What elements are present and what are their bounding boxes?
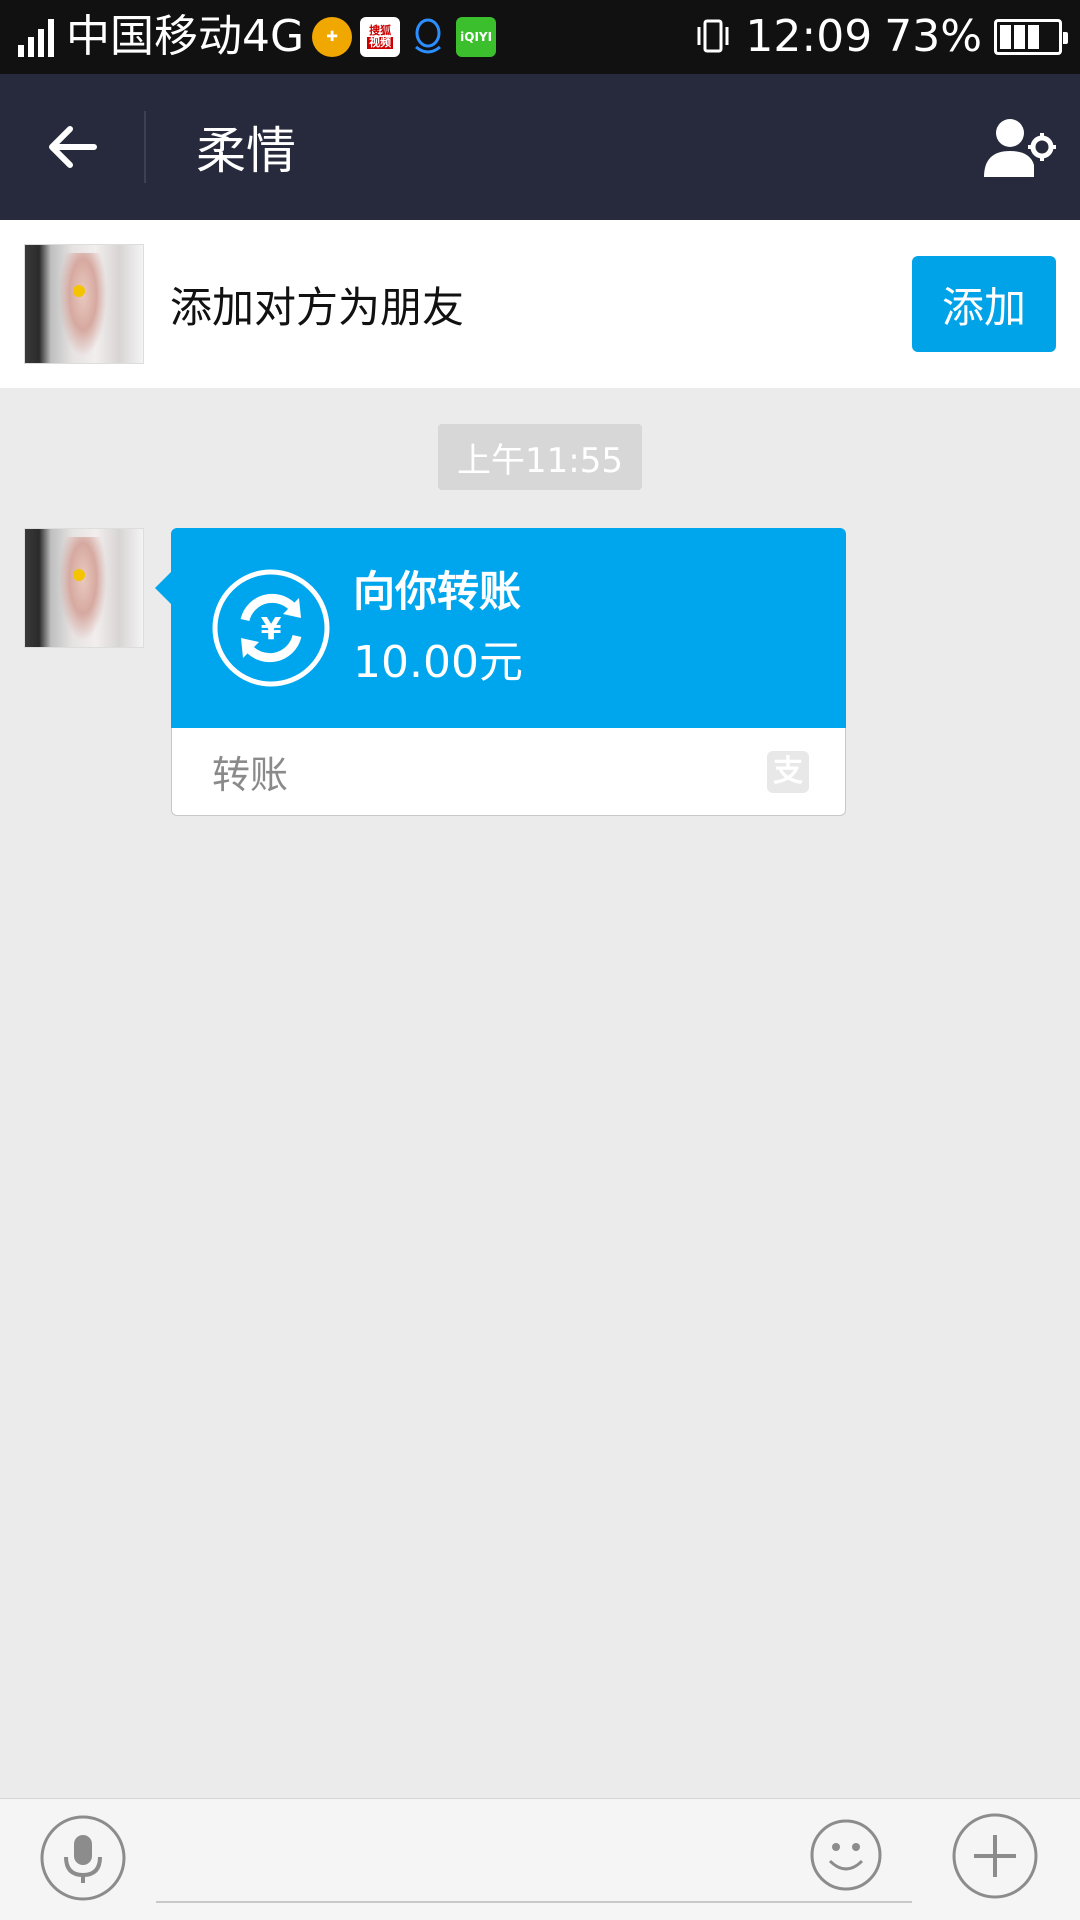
transfer-texts: 向你转账 10.00元	[353, 571, 523, 685]
message-input[interactable]	[156, 1819, 912, 1903]
message-timestamp: 上午11:55	[438, 424, 642, 490]
chat-title: 柔情	[196, 122, 296, 180]
clock: 12:09	[745, 11, 873, 62]
alipay-icon: 支	[767, 750, 809, 793]
transfer-message-card[interactable]: ¥ 向你转账 10.00元 转账 支	[155, 528, 846, 816]
nav-divider	[144, 111, 146, 183]
alipay-glyph: 支	[773, 753, 803, 789]
status-left: 中国移动4G ✚ 搜狐 视频 iQIYI	[18, 11, 497, 62]
transfer-card-footer: 转账 支	[171, 728, 846, 816]
back-arrow-icon	[49, 126, 97, 168]
input-bar	[0, 1798, 1080, 1920]
profile-settings-button[interactable]	[960, 74, 1080, 220]
add-friend-bar: 添加对方为朋友 添加	[0, 220, 1080, 388]
battery-icon	[994, 19, 1068, 55]
status-right: 12:09 73%	[693, 11, 1068, 62]
vibrate-icon	[697, 19, 729, 53]
carrier-label: 中国移动4G	[66, 11, 305, 62]
sender-avatar[interactable]	[24, 528, 144, 648]
qq-icon	[408, 17, 448, 57]
add-friend-button[interactable]: 添加	[912, 256, 1056, 352]
emoji-icon[interactable]	[810, 1819, 882, 1891]
iqiyi-icon: iQIYI	[456, 17, 497, 57]
navbar: 柔情	[0, 74, 1080, 220]
sohu-label-bottom: 视频	[367, 36, 394, 50]
contact-avatar[interactable]	[24, 244, 144, 364]
transfer-title: 向你转账	[353, 567, 522, 616]
transfer-card-header[interactable]: ¥ 向你转账 10.00元	[155, 528, 846, 728]
microphone-icon[interactable]	[40, 1815, 126, 1901]
transfer-amount: 10.00元	[353, 637, 523, 688]
transfer-type-label: 转账	[212, 753, 289, 797]
plus-icon[interactable]	[952, 1813, 1038, 1899]
battery-percent: 73%	[884, 11, 982, 62]
currency-exchange-icon: ¥	[212, 569, 330, 687]
shield-plus-icon: ✚	[312, 17, 353, 57]
user-settings-icon	[984, 119, 1056, 177]
back-button[interactable]	[0, 74, 144, 220]
sohu-video-icon: 搜狐 视频	[360, 17, 401, 57]
add-friend-prompt: 添加对方为朋友	[170, 282, 465, 332]
signal-icon	[18, 17, 58, 57]
status-bar: 中国移动4G ✚ 搜狐 视频 iQIYI 12:09 73%	[0, 0, 1080, 74]
svg-text:¥: ¥	[261, 612, 282, 647]
